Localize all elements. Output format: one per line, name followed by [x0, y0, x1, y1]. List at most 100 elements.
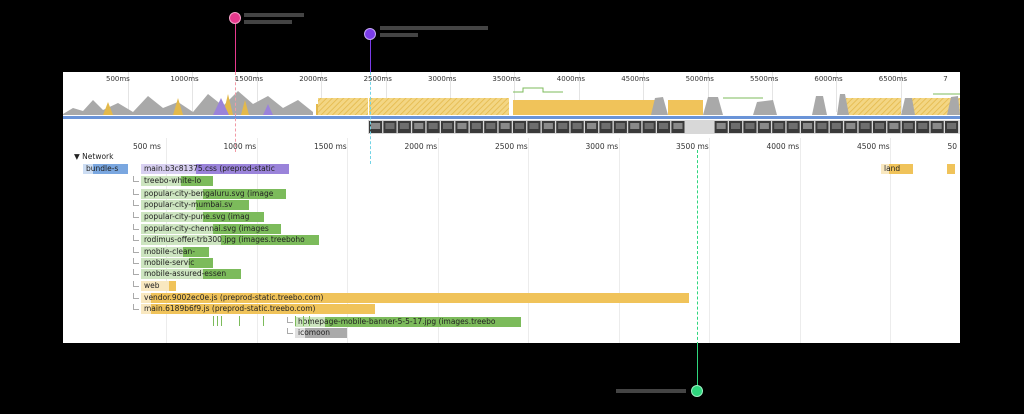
network-request-bar[interactable]: web — [141, 281, 176, 291]
overview-tick-label: 1500ms — [234, 75, 264, 83]
request-label: land — [884, 164, 901, 173]
network-request-bar[interactable]: main.b3c81375.css (preprod-static — [141, 164, 289, 174]
filmstrip-frame[interactable] — [844, 121, 858, 133]
network-request-bar[interactable]: rodimus-offer-trb300.jpg (images.treeboh… — [141, 235, 319, 245]
overview-tick-label: 4500ms — [621, 75, 650, 83]
filmstrip-frame[interactable] — [441, 121, 455, 133]
request-label: popular-city-mumbai.sv — [144, 200, 233, 209]
timeline-tick-label: 3500 ms — [676, 142, 709, 151]
green-marker-line — [697, 343, 698, 386]
network-request-bar[interactable]: vendor.9002ec0e.js (preprod-static.treeb… — [141, 293, 689, 303]
filmstrip-frame[interactable] — [930, 121, 944, 133]
overview-tick-label: 7 — [943, 75, 948, 83]
filmstrip-frame[interactable] — [858, 121, 872, 133]
network-request-bar[interactable]: bundle-s — [83, 164, 128, 174]
filmstrip-frame[interactable] — [786, 121, 800, 133]
pink-marker-line — [235, 18, 236, 72]
request-label: icomoon — [298, 328, 331, 337]
filmstrip-frame[interactable] — [757, 121, 771, 133]
filmstrip-frame[interactable] — [541, 121, 555, 133]
request-initiator-connector — [287, 317, 293, 323]
overview-tick-label: 500ms — [106, 75, 130, 83]
network-request-bar[interactable]: popular-city-pune.svg (imag — [141, 212, 264, 222]
request-tick-mark — [213, 316, 214, 326]
purple-marker-line — [370, 38, 371, 72]
filmstrip-frame[interactable] — [469, 121, 483, 133]
request-initiator-connector — [133, 235, 139, 241]
filmstrip-frame[interactable] — [556, 121, 570, 133]
timeline-grid-line — [618, 138, 620, 343]
filmstrip-frame[interactable] — [585, 121, 599, 133]
filmstrip-frame[interactable] — [498, 121, 512, 133]
filmstrip-frame[interactable] — [729, 121, 743, 133]
filmstrip-frame[interactable] — [570, 121, 584, 133]
overview-tick-label: 5500ms — [750, 75, 779, 83]
request-initiator-connector — [133, 200, 139, 206]
filmstrip-frame[interactable] — [613, 121, 627, 133]
filmstrip-frame[interactable] — [628, 121, 642, 133]
filmstrip-frame[interactable] — [829, 121, 843, 133]
timeline-tick-label: 1500 ms — [314, 142, 347, 151]
network-request-bar[interactable]: popular-city-chennai.svg (images — [141, 224, 281, 234]
network-request-bar[interactable]: mobile-assured-essen — [141, 269, 241, 279]
filmstrip-frame[interactable] — [426, 121, 440, 133]
overview-tick-label: 6500ms — [878, 75, 908, 83]
filmstrip-frame[interactable] — [383, 121, 397, 133]
overview-tick-label: 5000ms — [685, 75, 714, 83]
filmstrip-frame[interactable] — [671, 121, 685, 133]
timeline-tick-label: 2000 ms — [404, 142, 438, 151]
request-initiator-connector — [133, 304, 139, 310]
overview-strip[interactable]: 500ms 1000ms 1500ms 2000ms 2500ms 3000ms 3500m… — [63, 72, 960, 120]
filmstrip-frame[interactable] — [397, 121, 411, 133]
timeline-tick-label: 1000 ms — [223, 142, 257, 151]
network-request-bar[interactable]: icomoon — [295, 328, 347, 338]
network-request-bar[interactable]: main.6189b6f9.js (preprod-static.treebo.… — [141, 304, 375, 314]
overview-tick-label: 3000ms — [428, 75, 457, 83]
timeline-tick-label: 4500 ms — [857, 142, 890, 151]
purple-marker-label — [380, 24, 488, 37]
request-tick-mark — [295, 316, 296, 326]
overview-tick-label: 1000ms — [170, 75, 199, 83]
network-request-bar[interactable]: mobile-clean- — [141, 247, 209, 257]
filmstrip-frame[interactable] — [412, 121, 426, 133]
timeline-grid-line — [799, 138, 801, 343]
filmstrip-frame[interactable] — [527, 121, 541, 133]
filmstrip-frame[interactable] — [945, 121, 959, 133]
request-label: bundle-s — [86, 164, 119, 173]
request-label: main.b3c81375.css (preprod-static — [144, 164, 275, 173]
overview-tick-label: 6000ms — [814, 75, 843, 83]
filmstrip-frame[interactable] — [455, 121, 469, 133]
filmstrip-frame[interactable] — [873, 121, 887, 133]
filmstrip-frame[interactable] — [599, 121, 613, 133]
screenshot-filmstrip[interactable] — [368, 120, 960, 134]
filmstrip-frame[interactable] — [714, 121, 728, 133]
filmstrip-frame[interactable] — [887, 121, 901, 133]
filmstrip-frame[interactable] — [484, 121, 498, 133]
green-marker-label — [616, 389, 686, 393]
request-label: popular-city-bengaluru.svg (image — [144, 189, 274, 198]
filmstrip-frame[interactable] — [815, 121, 829, 133]
request-initiator-connector — [133, 176, 139, 182]
filmstrip-frame[interactable] — [901, 121, 915, 133]
purple-marker-dot[interactable] — [364, 28, 376, 40]
filmstrip-frame[interactable] — [743, 121, 757, 133]
network-request-bar[interactable]: popular-city-mumbai.sv — [141, 200, 249, 210]
network-request-bar[interactable]: treebo-white-lo — [141, 176, 213, 186]
filmstrip-frame[interactable] — [642, 121, 656, 133]
overview-tick-label: 2500ms — [363, 75, 392, 83]
filmstrip-frame[interactable] — [772, 121, 786, 133]
green-marker-dot[interactable] — [691, 385, 703, 397]
timeline-grid-line — [437, 138, 439, 343]
network-request-bar[interactable]: mobile-servic — [141, 258, 213, 268]
network-request-bar[interactable]: popular-city-bengaluru.svg (image — [141, 189, 286, 199]
filmstrip-frame[interactable] — [657, 121, 671, 133]
pink-marker-dot[interactable] — [229, 12, 241, 24]
filmstrip-frame[interactable] — [801, 121, 815, 133]
purple-marker-line-dashed — [370, 72, 371, 164]
filmstrip-frame[interactable] — [916, 121, 930, 133]
network-request-bar[interactable]: land — [881, 164, 913, 174]
network-request-bar[interactable]: homepage-mobile-banner-5-5-17.jpg (image… — [295, 317, 521, 327]
network-section-header[interactable]: ▼ Network — [74, 152, 114, 161]
request-label: mobile-assured-essen — [144, 269, 227, 278]
filmstrip-frame[interactable] — [513, 121, 527, 133]
